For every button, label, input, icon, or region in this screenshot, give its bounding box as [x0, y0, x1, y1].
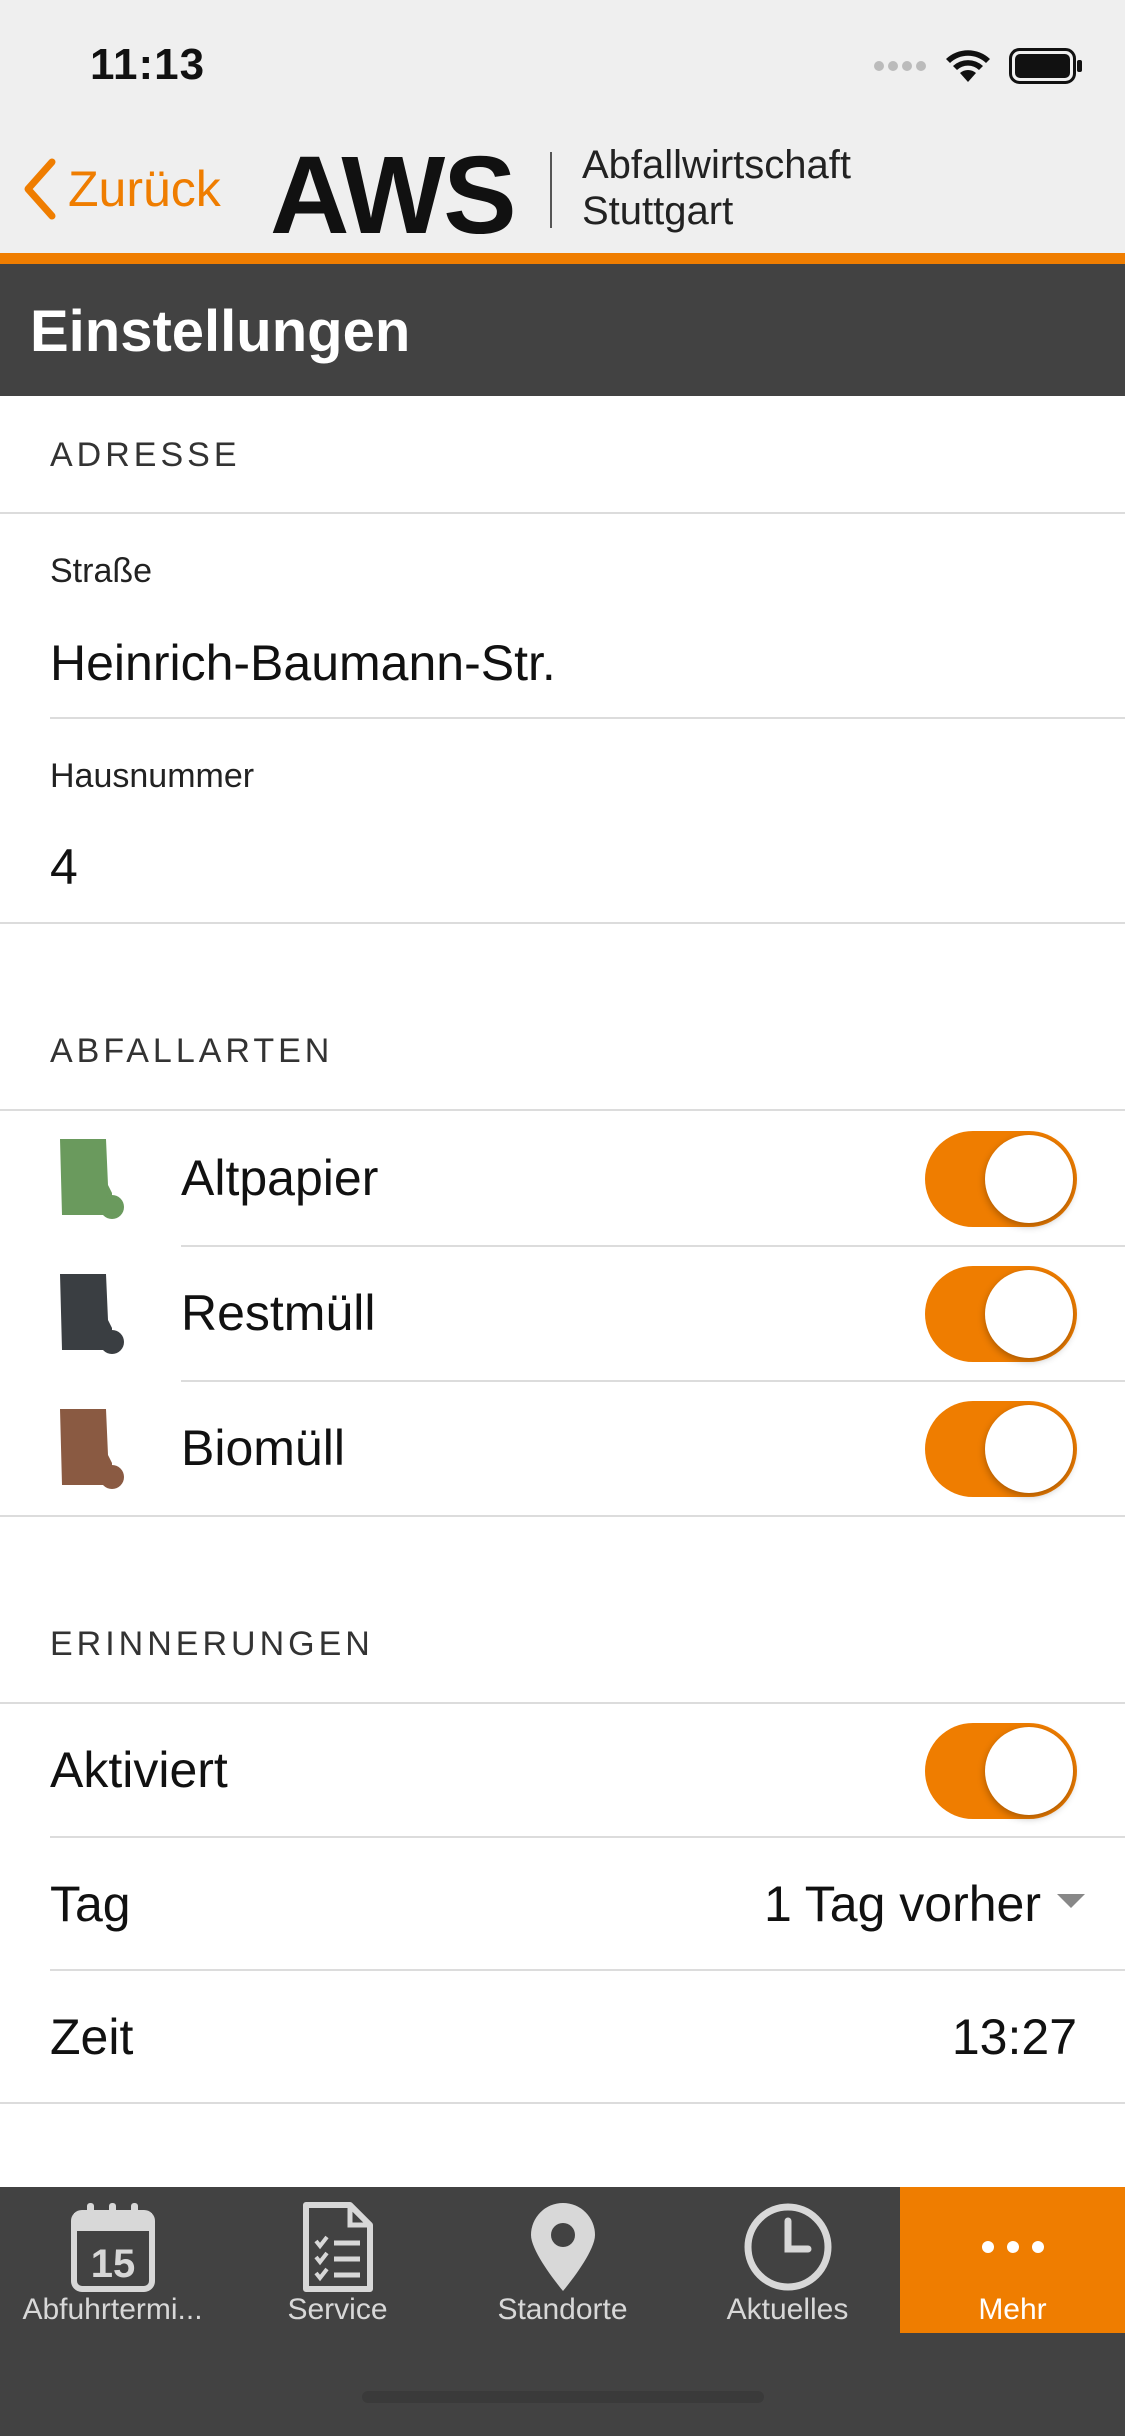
- paper-bin-icon: [60, 1139, 124, 1219]
- cellular-signal-icon: [874, 61, 926, 71]
- biomuell-toggle[interactable]: [925, 1401, 1077, 1497]
- back-label: Zurück: [68, 161, 221, 217]
- status-bar: 11:13: [0, 0, 1125, 130]
- tab-mehr[interactable]: Mehr: [900, 2187, 1125, 2333]
- divider: [50, 717, 1125, 719]
- calendar-icon: 15: [70, 2203, 155, 2292]
- divider: [0, 2102, 1125, 2104]
- battery-icon: [1009, 48, 1082, 84]
- tab-label: Service: [287, 2293, 388, 2326]
- section-header-reminders: ERINNERUNGEN: [50, 1625, 374, 1663]
- reminders-toggle[interactable]: [925, 1723, 1077, 1819]
- title-bar: Einstellungen: [0, 264, 1125, 396]
- logo-subtitle-line1: Abfallwirtschaft: [582, 143, 851, 187]
- status-icons: [873, 48, 1083, 84]
- divider: [50, 1836, 1125, 1838]
- more-dots-icon: [981, 2241, 1044, 2253]
- divider: [50, 1969, 1125, 1971]
- page-title: Einstellungen: [30, 299, 411, 364]
- back-button[interactable]: Zurück: [22, 158, 221, 220]
- header-accent-line: [0, 253, 1125, 264]
- caret-down-icon: [1057, 1894, 1085, 1908]
- tab-abfuhrtermine[interactable]: 15 Abfuhrtermi...: [0, 2187, 225, 2333]
- restmuell-toggle[interactable]: [925, 1266, 1077, 1362]
- tab-label: Aktuelles: [726, 2293, 849, 2326]
- chevron-left-icon: [24, 158, 56, 220]
- section-header-address: ADRESSE: [50, 436, 241, 474]
- time-value[interactable]: 13:27: [952, 2008, 1077, 2066]
- section-header-waste-types: ABFALLARTEN: [50, 1032, 334, 1070]
- divider: [0, 1515, 1125, 1517]
- street-label: Straße: [50, 552, 153, 590]
- day-select[interactable]: 1 Tag vorher: [764, 1875, 1041, 1933]
- tab-label: Mehr: [978, 2293, 1047, 2326]
- day-label: Tag: [50, 1876, 131, 1932]
- waste-type-label: Altpapier: [181, 1150, 379, 1206]
- time-label: Zeit: [50, 2009, 134, 2065]
- organic-waste-bin-icon: [60, 1409, 124, 1489]
- logo-divider: [550, 152, 552, 228]
- clock-icon: [744, 2203, 831, 2291]
- toggle-knob: [985, 1727, 1073, 1815]
- waste-type-label: Restmüll: [181, 1285, 376, 1341]
- toggle-knob: [985, 1270, 1073, 1358]
- home-indicator[interactable]: [362, 2391, 764, 2403]
- divider: [0, 922, 1125, 924]
- divider: [181, 1380, 1125, 1382]
- status-time: 11:13: [90, 40, 206, 89]
- checklist-icon: [302, 2202, 373, 2292]
- divider: [0, 1702, 1125, 1704]
- toggle-knob: [985, 1135, 1073, 1223]
- divider: [0, 512, 1125, 514]
- tab-standorte[interactable]: Standorte: [450, 2187, 675, 2333]
- calendar-day: 15: [90, 2242, 135, 2286]
- app-header: Zurück AWS Abfallwirtschaft Stuttgart: [0, 130, 1125, 257]
- wifi-icon: [946, 50, 990, 82]
- settings-screen: 11:13 Zurück AWS Abfallwirtschaft Stuttg…: [0, 0, 1125, 2436]
- tab-bar: 15 Abfuhrtermi... Service Standorte Aktu…: [0, 2187, 1125, 2436]
- tab-label: Abfuhrtermi...: [22, 2293, 203, 2326]
- divider: [0, 1109, 1125, 1111]
- street-field[interactable]: Heinrich-Baumann-Str.: [50, 634, 556, 692]
- house-number-label: Hausnummer: [50, 757, 255, 795]
- divider: [181, 1245, 1125, 1247]
- residual-waste-bin-icon: [60, 1274, 124, 1354]
- aws-logo: AWS: [270, 134, 517, 257]
- activated-label: Aktiviert: [50, 1742, 228, 1798]
- logo-subtitle: Abfallwirtschaft Stuttgart: [582, 142, 851, 234]
- tab-aktuelles[interactable]: Aktuelles: [675, 2187, 900, 2333]
- tab-service[interactable]: Service: [225, 2187, 450, 2333]
- logo-subtitle-line2: Stuttgart: [582, 189, 734, 233]
- tab-label: Standorte: [497, 2293, 628, 2326]
- waste-type-label: Biomüll: [181, 1420, 345, 1476]
- altpapier-toggle[interactable]: [925, 1131, 1077, 1227]
- location-pin-icon: [530, 2203, 595, 2291]
- toggle-knob: [985, 1405, 1073, 1493]
- house-number-field[interactable]: 4: [50, 838, 78, 896]
